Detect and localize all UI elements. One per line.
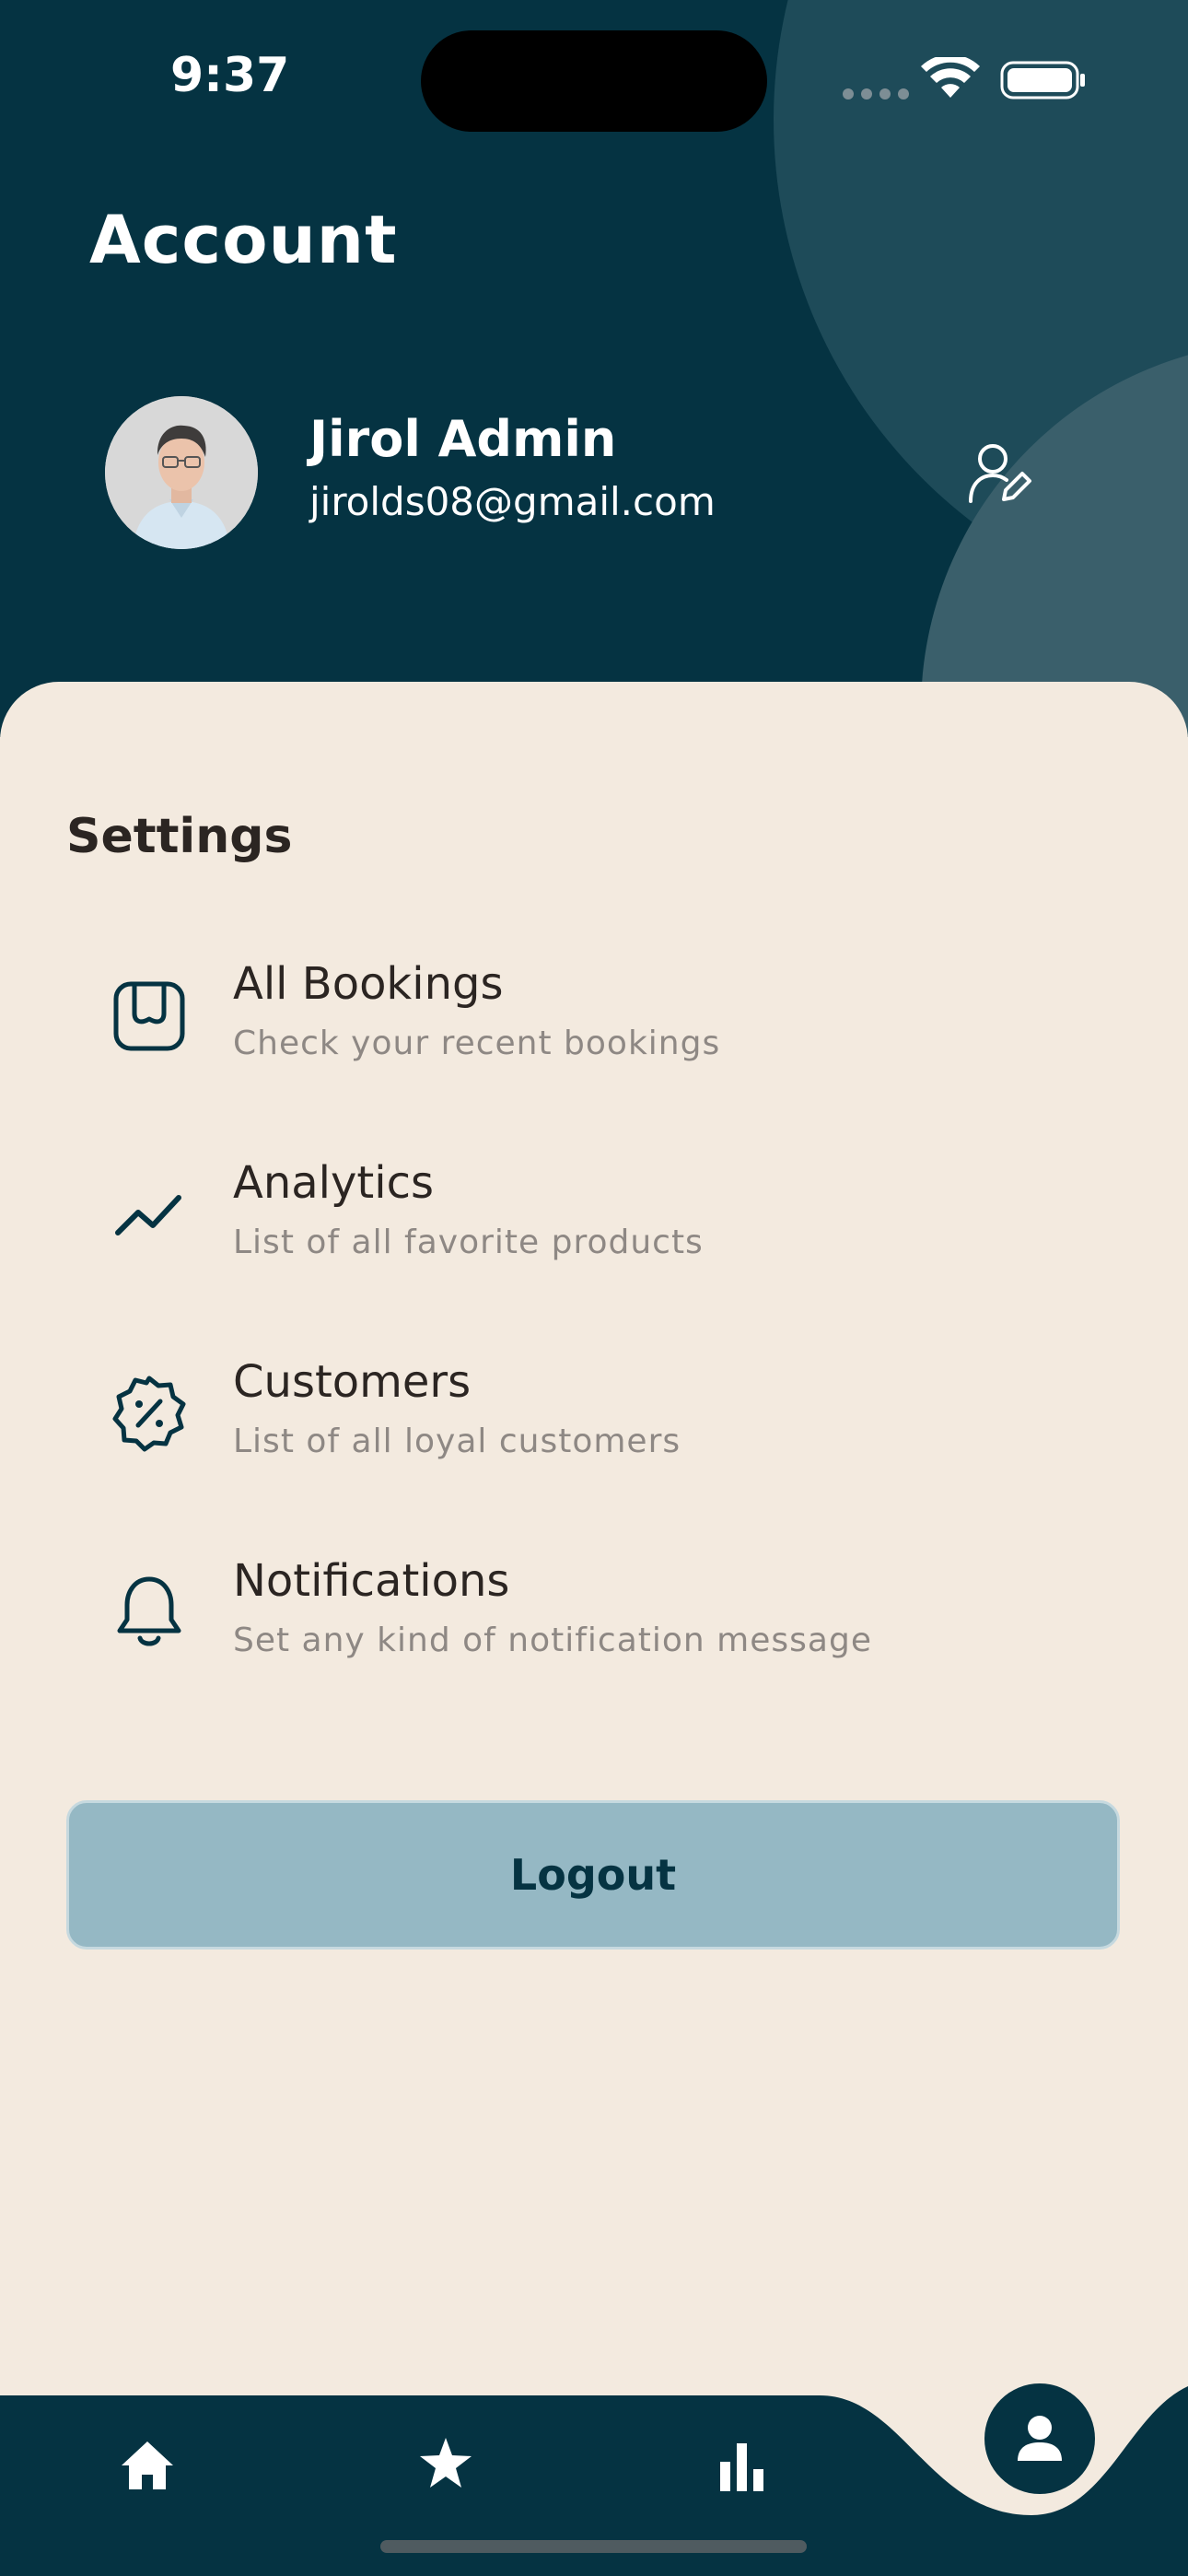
settings-item-notifications[interactable]: Notifications Set any kind of notificati… <box>111 1555 1124 1684</box>
settings-item-label: All Bookings <box>233 958 504 1010</box>
settings-item-subtitle: Set any kind of notification message <box>233 1622 872 1659</box>
home-indicator <box>380 2540 807 2553</box>
settings-item-label: Notifications <box>233 1555 510 1607</box>
settings-item-subtitle: List of all favorite products <box>233 1224 704 1261</box>
user-email: jirolds08@gmail.com <box>309 479 716 524</box>
settings-item-subtitle: List of all loyal customers <box>233 1423 681 1460</box>
profile-tab-button[interactable] <box>984 2383 1095 2494</box>
account-header: 9:37 Account Jirol Admin jirolds08@gmail… <box>0 0 1188 737</box>
settings-item-subtitle: Check your recent bookings <box>233 1025 721 1062</box>
battery-icon <box>1000 61 1085 100</box>
status-time: 9:37 <box>170 48 290 103</box>
settings-heading: Settings <box>66 809 293 864</box>
discount-badge-icon <box>112 1376 186 1452</box>
person-icon <box>1018 2416 1062 2461</box>
settings-item-all-bookings[interactable]: All Bookings Check your recent bookings <box>111 958 1124 1087</box>
trend-icon <box>115 1195 181 1235</box>
wifi-icon <box>921 57 980 98</box>
bar-chart-icon[interactable] <box>718 2441 766 2491</box>
settings-item-analytics[interactable]: Analytics List of all favorite products <box>111 1157 1124 1286</box>
settings-item-label: Customers <box>233 1356 472 1408</box>
bookings-icon <box>113 981 185 1051</box>
logout-button[interactable]: Logout <box>66 1800 1120 1950</box>
dynamic-island <box>421 30 767 132</box>
settings-item-customers[interactable]: Customers List of all loyal customers <box>111 1356 1124 1485</box>
avatar <box>105 396 258 549</box>
page-title: Account <box>89 201 398 278</box>
settings-item-label: Analytics <box>233 1157 434 1209</box>
user-name: Jirol Admin <box>309 410 617 468</box>
edit-profile-icon[interactable] <box>967 440 1033 507</box>
star-icon[interactable] <box>418 2436 473 2489</box>
cellular-signal-icon <box>843 88 909 100</box>
home-icon[interactable] <box>120 2440 175 2491</box>
bell-icon <box>117 1576 181 1646</box>
